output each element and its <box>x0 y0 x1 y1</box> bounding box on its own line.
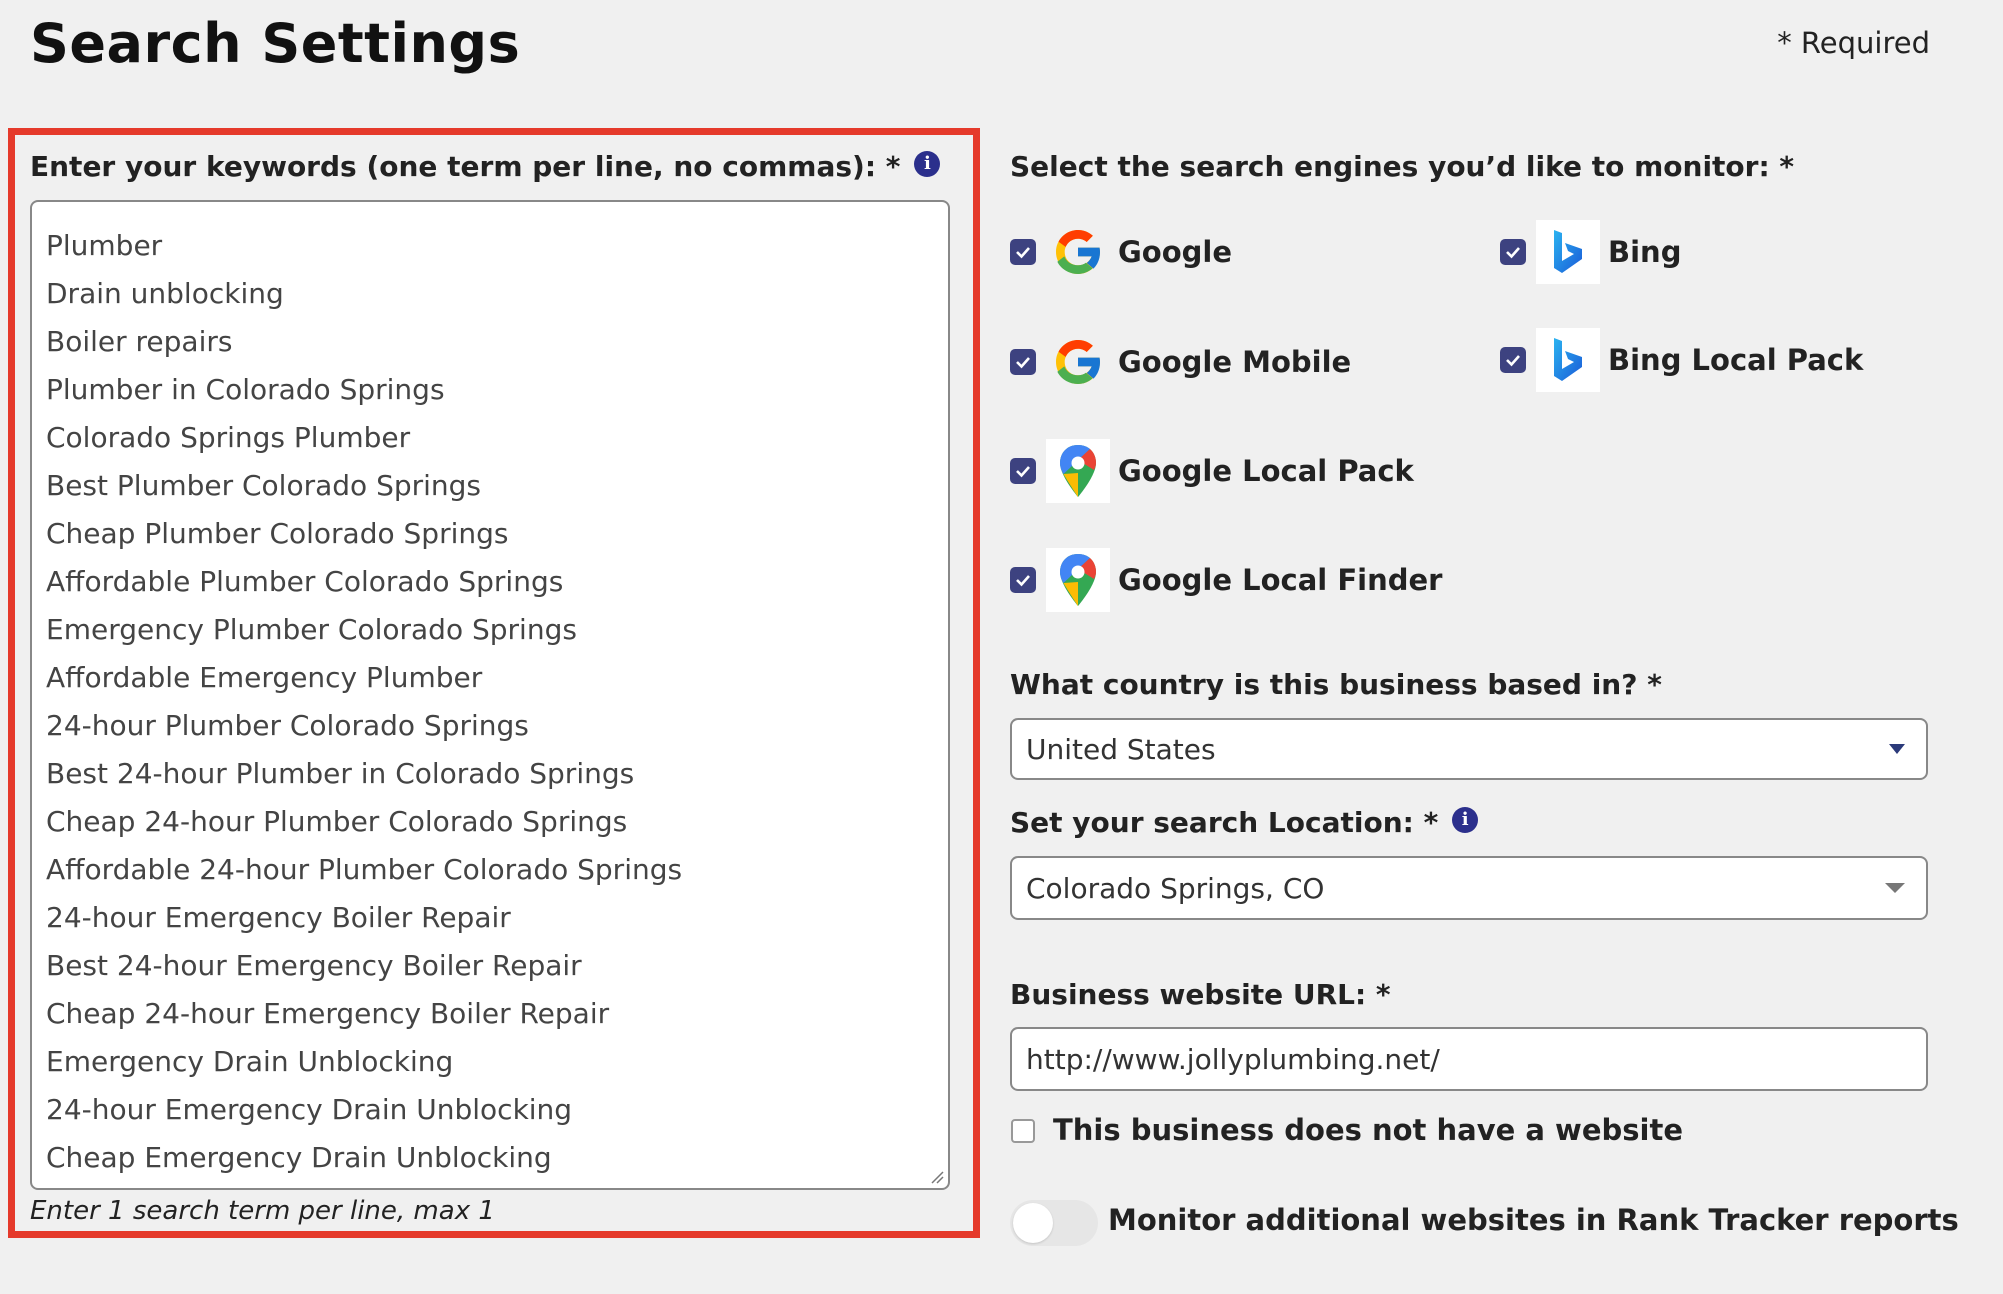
keyword-line: Best 24-hour Emergency Boiler Repair <box>46 949 582 982</box>
google-checkbox[interactable] <box>1010 239 1036 265</box>
keywords-label: Enter your keywords (one term per line, … <box>30 150 901 183</box>
keyword-line: Cheap 24-hour Emergency Boiler Repair <box>46 997 610 1030</box>
checkmark-icon <box>1016 247 1030 259</box>
google-maps-pin-icon <box>1046 548 1110 612</box>
engine-label-google: Google <box>1118 235 1233 269</box>
keyword-line: 24-hour Emergency Drain Unblocking <box>46 1093 573 1126</box>
engine-bing[interactable]: Bing <box>1500 220 1681 284</box>
checkmark-icon <box>1506 247 1520 259</box>
keyword-line: Drain unblocking <box>46 277 284 310</box>
checkmark-icon <box>1506 355 1520 367</box>
engine-google-local-finder[interactable]: Google Local Finder <box>1010 548 1442 612</box>
keyword-line: Plumber in Colorado Springs <box>46 373 445 406</box>
checkmark-icon <box>1016 357 1030 369</box>
keyword-line: Colorado Springs Plumber <box>46 421 411 454</box>
keyword-list: Plumber Drain unblocking Boiler repairs Plu… <box>46 222 948 1182</box>
no-website-checkbox[interactable] <box>1011 1119 1035 1143</box>
checkmark-icon <box>1016 575 1030 587</box>
location-select-value: Colorado Springs, CO <box>1026 871 1325 905</box>
country-select[interactable]: United States <box>1010 718 1928 780</box>
google-mobile-checkbox[interactable] <box>1010 349 1036 375</box>
website-url-value: http://www.jollyplumbing.net/ <box>1026 1042 1440 1076</box>
location-select[interactable]: Colorado Springs, CO <box>1010 856 1928 920</box>
checkmark-icon <box>1016 466 1030 478</box>
google-icon <box>1046 330 1110 394</box>
engines-label: Select the search engines you’d like to … <box>1010 150 1795 183</box>
keyword-line: Boiler repairs <box>46 325 233 358</box>
no-website-label[interactable]: This business does not have a website <box>1053 1113 1683 1147</box>
page-title: Search Settings <box>30 12 521 75</box>
caret-down-icon <box>1885 883 1905 893</box>
bing-checkbox[interactable] <box>1500 239 1526 265</box>
info-icon[interactable]: i <box>914 151 941 177</box>
engine-bing-local-pack[interactable]: Bing Local Pack <box>1500 328 1863 392</box>
keyword-line: Best 24-hour Plumber in Colorado Springs <box>46 757 635 790</box>
keywords-label-row: Enter your keywords (one term per line, … <box>30 150 941 183</box>
keyword-line: 24-hour Emergency Boiler Repair <box>46 901 511 934</box>
bing-icon <box>1536 328 1600 392</box>
website-url-input[interactable]: http://www.jollyplumbing.net/ <box>1010 1027 1928 1091</box>
keyword-line: Emergency Plumber Colorado Springs <box>46 613 577 646</box>
engine-google-local-pack[interactable]: Google Local Pack <box>1010 439 1414 503</box>
bing-local-pack-checkbox[interactable] <box>1500 347 1526 373</box>
required-note: * Required <box>1777 26 1930 60</box>
keyword-line: Cheap 24-hour Plumber Colorado Springs <box>46 805 628 838</box>
keywords-textarea[interactable]: Plumber Drain unblocking Boiler repairs Plu… <box>30 200 950 1190</box>
engine-label-google-local-pack: Google Local Pack <box>1118 454 1414 488</box>
engine-label-bing: Bing <box>1608 235 1682 269</box>
keyword-line: Plumber <box>46 229 163 262</box>
engine-label-google-local-finder: Google Local Finder <box>1118 563 1443 597</box>
bing-icon <box>1536 220 1600 284</box>
location-label: Set your search Location: * <box>1010 806 1439 839</box>
toggle-knob <box>1013 1203 1053 1243</box>
website-label: Business website URL: * <box>1010 978 1391 1011</box>
engine-label-bing-local-pack: Bing Local Pack <box>1608 343 1864 377</box>
location-label-row: Set your search Location: * i <box>1010 806 1479 839</box>
keyword-line: Affordable 24-hour Plumber Colorado Spri… <box>46 853 683 886</box>
keyword-line: 24-hour Plumber Colorado Springs <box>46 709 529 742</box>
caret-down-icon <box>1889 744 1905 754</box>
google-local-pack-checkbox[interactable] <box>1010 458 1036 484</box>
resize-grip-icon[interactable] <box>930 1170 944 1184</box>
keyword-line: Emergency Drain Unblocking <box>46 1045 454 1078</box>
keyword-line: Affordable Plumber Colorado Springs <box>46 565 564 598</box>
google-maps-pin-icon <box>1046 439 1110 503</box>
keyword-line: Cheap Plumber Colorado Springs <box>46 517 509 550</box>
country-select-value: United States <box>1026 732 1216 766</box>
keywords-helper-text: Enter 1 search term per line, max 1 <box>30 1196 495 1226</box>
monitor-toggle[interactable] <box>1010 1200 1098 1246</box>
monitor-label: Monitor additional websites in Rank Trac… <box>1108 1203 1959 1237</box>
engine-google[interactable]: Google <box>1010 220 1232 284</box>
google-icon <box>1046 220 1110 284</box>
google-local-finder-checkbox[interactable] <box>1010 567 1036 593</box>
engine-label-google-mobile: Google Mobile <box>1118 345 1352 379</box>
keyword-line: Best Plumber Colorado Springs <box>46 469 482 502</box>
keyword-line: Cheap Emergency Drain Unblocking <box>46 1141 552 1174</box>
engine-google-mobile[interactable]: Google Mobile <box>1010 330 1351 394</box>
country-label: What country is this business based in? … <box>1010 668 1662 701</box>
info-icon[interactable]: i <box>1452 807 1479 833</box>
keyword-line: Affordable Emergency Plumber <box>46 661 483 694</box>
